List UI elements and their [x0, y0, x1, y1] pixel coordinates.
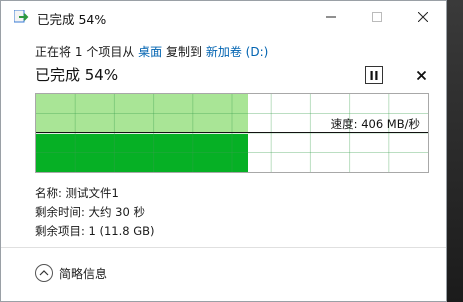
copy-prefix: 正在将 [35, 45, 72, 59]
copy-icon [14, 10, 29, 23]
close-icon [418, 12, 428, 22]
minimize-icon [326, 16, 336, 18]
progress-status: 已完成 54% [35, 66, 119, 84]
copy-description: 正在将 1 个项目从 桌面 复制到 新加卷 (D:) [35, 43, 268, 60]
destination-link[interactable]: 新加卷 (D:) [206, 45, 268, 59]
background-edge [447, 0, 463, 302]
current-speed-line [36, 132, 428, 133]
file-name: 名称: 测试文件1 [35, 186, 119, 200]
cancel-button[interactable] [413, 67, 429, 83]
maximize-button[interactable] [354, 1, 400, 33]
chevron-up-icon [35, 264, 53, 282]
item-count: 1 [74, 45, 83, 59]
maximize-icon [372, 12, 382, 22]
transfer-speed-graph: 速度: 406 MB/秒 [35, 93, 429, 173]
title-bar[interactable]: 已完成 54% [1, 1, 446, 33]
copy-progress-dialog: 已完成 54% 正在将 1 个项目从 桌面 复制到 新加卷 (D:) 已完成 5… [0, 0, 447, 302]
copy-to: 复制到 [166, 45, 203, 59]
window-title: 已完成 54% [37, 12, 107, 27]
graph-grid [36, 94, 428, 172]
source-link[interactable]: 桌面 [138, 45, 162, 59]
fewer-details-toggle[interactable]: 简略信息 [35, 264, 107, 282]
close-button[interactable] [400, 1, 446, 33]
speed-label: 速度: 406 MB/秒 [330, 117, 420, 131]
copy-middle: 个项目从 [86, 45, 135, 59]
time-remaining: 剩余时间: 大约 30 秒 [35, 205, 145, 219]
cancel-icon [416, 70, 426, 80]
transfer-details: 名称: 测试文件1 剩余时间: 大约 30 秒 剩余项目: 1 (11.8 GB… [35, 184, 155, 241]
pause-button[interactable] [365, 66, 383, 84]
fewer-details-label: 简略信息 [59, 266, 108, 281]
dialog-footer: 简略信息 [1, 248, 446, 301]
items-remaining: 剩余项目: 1 (11.8 GB) [35, 224, 155, 238]
minimize-button[interactable] [308, 1, 354, 33]
pause-icon [370, 70, 378, 80]
